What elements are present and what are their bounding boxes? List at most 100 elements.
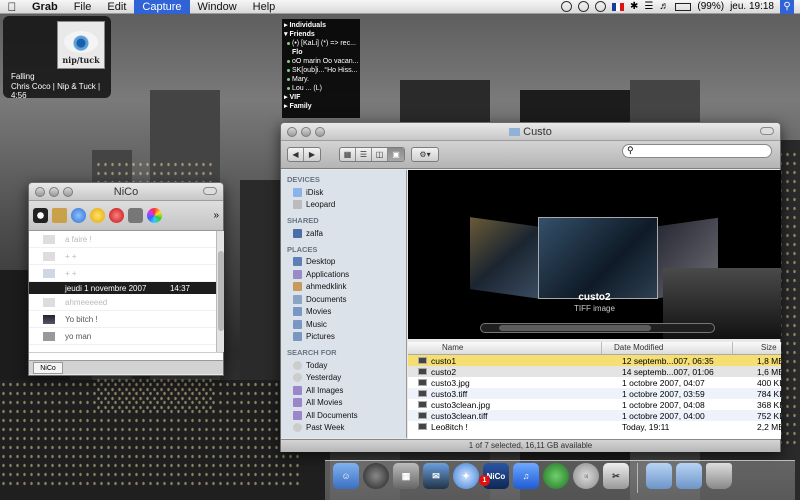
close-button[interactable] xyxy=(287,126,297,137)
coverflow-scroll-thumb[interactable] xyxy=(499,325,651,331)
coverflow-selected-item[interactable] xyxy=(538,217,658,299)
sidebar-item-applications[interactable]: Applications xyxy=(281,268,406,281)
tab-nico[interactable]: NiCo xyxy=(33,362,63,374)
gear-icon[interactable]: ⚙▾ xyxy=(412,148,438,161)
column-date-modified[interactable]: Date Modified xyxy=(602,342,733,354)
file-row[interactable]: custo2 14 septemb...007, 01:06 1,6 MB xyxy=(408,366,781,377)
toolbar-overflow-icon[interactable]: » xyxy=(213,210,219,221)
coverflow-view-icon[interactable]: ▣ xyxy=(388,148,404,161)
nico-dock-icon[interactable]: NiCo 1 xyxy=(479,463,509,489)
menu-app-name[interactable]: Grab xyxy=(24,0,66,14)
toolbar-toggle-button[interactable] xyxy=(203,187,217,195)
nico-titlebar[interactable]: NiCo xyxy=(29,183,223,201)
now-playing-widget[interactable]: nip/tuck Falling Chris Coco | Nip & Tuck… xyxy=(3,16,111,100)
sidebar-item-home[interactable]: ahmedklink xyxy=(281,281,406,294)
file-row[interactable]: custo3clean.tiff 1 octobre 2007, 04:00 752… xyxy=(408,410,781,421)
grab-dock-icon[interactable]: ✂ xyxy=(603,463,629,489)
clock[interactable]: jeu. 19:18 xyxy=(730,1,774,12)
wifi-icon[interactable]: ☰ xyxy=(644,1,653,12)
block-icon[interactable] xyxy=(109,208,124,223)
message-input[interactable] xyxy=(29,352,223,360)
icon-view-icon[interactable]: ▦ xyxy=(340,148,356,161)
mail-dock-icon[interactable]: ✉ xyxy=(423,463,449,489)
documents-stack-icon[interactable] xyxy=(676,463,702,489)
coverflow-item[interactable] xyxy=(470,217,540,299)
file-row[interactable]: custo3.jpg 1 octobre 2007, 04:07 400 KB xyxy=(408,377,781,388)
apple-menu-icon[interactable]:  xyxy=(0,0,24,14)
safari-dock-icon[interactable]: ✦ xyxy=(453,463,479,489)
sidebar-item-yesterday[interactable]: Yesterday xyxy=(281,372,406,385)
zoom-button[interactable] xyxy=(63,186,73,197)
file-row[interactable]: custo1 12 septemb...007, 06:35 1,8 MB xyxy=(408,355,781,366)
forward-icon[interactable]: ▶ xyxy=(304,148,320,161)
trash-icon[interactable] xyxy=(706,463,732,489)
sidebar-item-all-documents[interactable]: All Documents xyxy=(281,409,406,422)
buddy-contact[interactable]: Mary. xyxy=(284,75,358,84)
coverflow-preview[interactable]: custo2 TIFF image xyxy=(408,170,781,339)
file-row[interactable]: custo3.tiff 1 octobre 2007, 03:59 784 KB xyxy=(408,388,781,399)
buddy-contact[interactable]: (•) [KaLi] (*) => rec... xyxy=(284,39,358,48)
finder-titlebar[interactable]: Custo xyxy=(281,123,780,141)
message-list[interactable]: a faire ! + + + + jeudi 1 novembre 2007 … xyxy=(29,231,216,352)
close-button[interactable] xyxy=(35,186,45,197)
color-picker-icon[interactable] xyxy=(147,208,162,223)
chat-dock-icon[interactable]: ♃ xyxy=(573,463,599,489)
sync-icon[interactable] xyxy=(578,1,590,12)
buddy-contact[interactable]: Lou ... (L) xyxy=(284,84,358,93)
flag-icon[interactable] xyxy=(612,2,625,11)
minimize-button[interactable] xyxy=(49,186,59,197)
time-machine-icon[interactable] xyxy=(595,1,607,12)
column-view-icon[interactable]: ◫ xyxy=(372,148,388,161)
buddy-group[interactable]: ▸ VIF xyxy=(284,93,358,102)
sidebar-item-music[interactable]: Music xyxy=(281,318,406,331)
menu-file[interactable]: File xyxy=(66,0,100,14)
file-row[interactable]: custo3clean.jpg 1 octobre 2007, 04:08 368 … xyxy=(408,399,781,410)
message-scrollbar[interactable] xyxy=(216,231,224,352)
sidebar-item-leopard[interactable]: Leopard xyxy=(281,199,406,212)
menu-capture[interactable]: Capture xyxy=(134,0,190,14)
buddy-contact[interactable]: SK[oub]i...°Ho Hiss... xyxy=(284,66,358,75)
battery-icon[interactable] xyxy=(675,2,692,11)
file-row[interactable]: Leo8itch ! Today, 19:11 2,2 MB xyxy=(408,421,781,432)
coverflow-scrollbar[interactable] xyxy=(480,323,715,333)
spaces-icon[interactable] xyxy=(561,1,573,12)
scrollbar-thumb[interactable] xyxy=(218,251,224,331)
sidebar-item-past-week[interactable]: Past Week xyxy=(281,422,406,435)
avatar-icon[interactable] xyxy=(33,208,48,223)
sidebar-item-all-movies[interactable]: All Movies xyxy=(281,397,406,410)
sidebar-item-documents[interactable]: Documents xyxy=(281,293,406,306)
back-icon[interactable]: ◀ xyxy=(288,148,304,161)
buddy-contact[interactable]: Flo xyxy=(284,48,358,57)
column-size[interactable]: Size xyxy=(733,342,781,354)
zoom-button[interactable] xyxy=(315,126,325,137)
volume-icon[interactable]: ♬ xyxy=(659,1,669,12)
minimize-button[interactable] xyxy=(301,126,311,137)
dashboard-dock-icon[interactable] xyxy=(363,463,389,489)
buddy-group[interactable]: ▸ Family xyxy=(284,102,358,111)
sidebar-item-all-images[interactable]: All Images xyxy=(281,384,406,397)
menu-window[interactable]: Window xyxy=(190,0,245,14)
toolbar-toggle-button[interactable] xyxy=(760,127,774,135)
finder-dock-icon[interactable]: ☺ xyxy=(333,463,359,489)
buddy-contact[interactable]: oO marin Oo vacan... xyxy=(284,57,358,66)
expose-dock-icon[interactable]: ▦ xyxy=(393,463,419,489)
search-input[interactable]: ⚲ xyxy=(622,144,772,158)
sidebar-item-movies[interactable]: Movies xyxy=(281,306,406,319)
applications-stack-icon[interactable] xyxy=(646,463,672,489)
bluetooth-icon[interactable]: ✱ xyxy=(630,1,638,12)
buddy-group[interactable]: ▸ Individuals xyxy=(284,21,358,30)
sidebar-item-today[interactable]: Today xyxy=(281,359,406,372)
list-view-icon[interactable]: ☰ xyxy=(356,148,372,161)
smiley-icon[interactable] xyxy=(90,208,105,223)
wrench-icon[interactable] xyxy=(128,208,143,223)
lock-icon[interactable] xyxy=(52,208,67,223)
column-name[interactable]: Name xyxy=(408,342,602,354)
time-machine-dock-icon[interactable] xyxy=(543,463,569,489)
sidebar-item-desktop[interactable]: Desktop xyxy=(281,256,406,269)
menu-help[interactable]: Help xyxy=(245,0,284,14)
buddy-group[interactable]: ▾ Friends xyxy=(284,30,358,39)
menu-edit[interactable]: Edit xyxy=(99,0,134,14)
status-icon[interactable] xyxy=(71,208,86,223)
sidebar-item-pictures[interactable]: Pictures xyxy=(281,331,406,344)
itunes-dock-icon[interactable]: ♫ xyxy=(513,463,539,489)
